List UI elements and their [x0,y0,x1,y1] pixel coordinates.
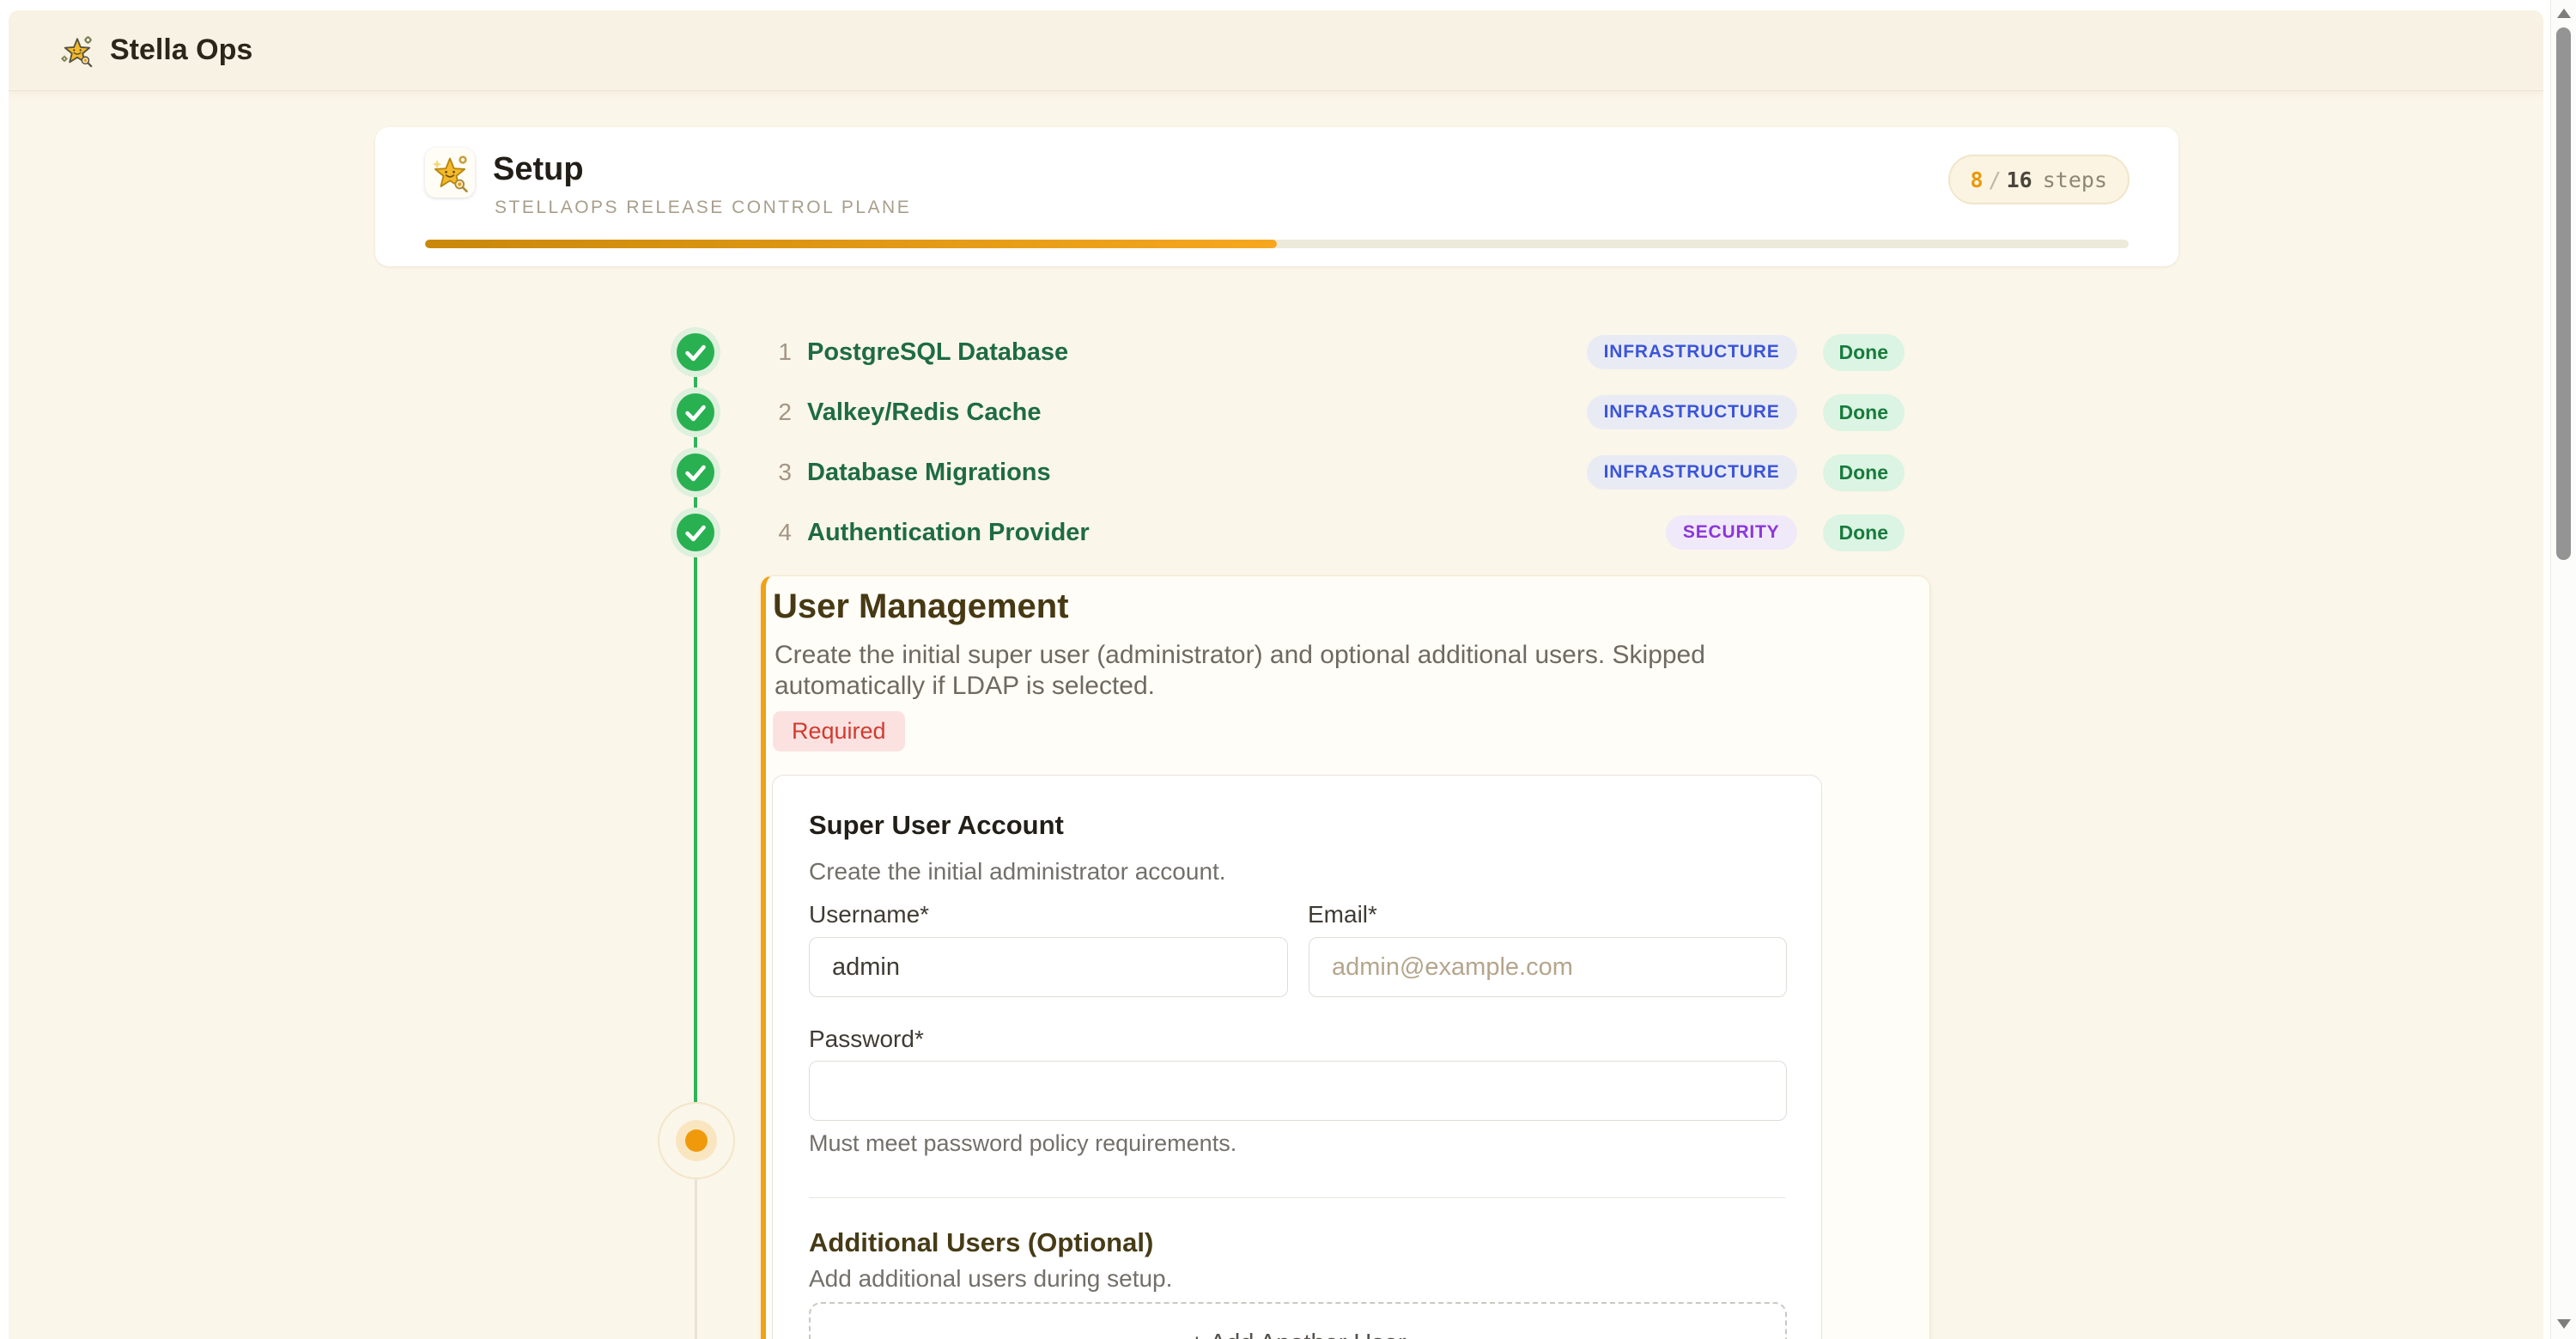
steps-word: steps [2043,167,2107,192]
step-complete-check-icon [677,514,714,551]
step-category-badge: INFRASTRUCTURE [1587,455,1797,490]
add-another-user-button[interactable]: + Add Another User [809,1302,1787,1339]
setup-step-row[interactable]: 1 PostgreSQL Database INFRASTRUCTURE Don… [670,333,1905,371]
super-user-title: Super User Account [809,810,1064,841]
step-status-badge: Done [1823,514,1905,551]
brand-link[interactable]: Stella Ops [60,33,252,68]
current-step-indicator [658,1102,735,1179]
user-management-title: User Management [773,587,1069,626]
step-title: Database Migrations [807,459,1051,487]
step-category-badge: INFRASTRUCTURE [1587,395,1797,429]
scroll-down-arrow[interactable] [2557,1319,2571,1329]
step-badges: INFRASTRUCTURE Done [1587,394,1905,431]
screen: Stella Ops Setup STELLAOPS RELEASE [0,0,2576,1339]
section-divider [809,1197,1785,1198]
step-number: 2 [757,399,792,426]
user-management-description: Create the initial super user (administr… [775,640,1771,702]
step-badges: SECURITY Done [1666,514,1905,551]
steps-total-count: 16 [2007,167,2032,192]
step-category-badge: SECURITY [1666,515,1797,550]
password-hint: Must meet password policy requirements. [809,1130,1236,1157]
scrollbar-thumb[interactable] [2556,27,2571,560]
additional-users-title: Additional Users (Optional) [809,1227,1153,1258]
current-step-dot [685,1129,708,1152]
star-mascot-icon [60,33,94,68]
setup-progress-bar [425,240,2129,248]
password-input[interactable] [809,1061,1787,1121]
step-complete-check-icon [677,453,714,491]
email-label: Email* [1308,901,1377,928]
username-input[interactable] [809,937,1288,997]
setup-step-row[interactable]: 2 Valkey/Redis Cache INFRASTRUCTURE Done [670,393,1905,431]
step-title: Valkey/Redis Cache [807,399,1041,427]
step-status-badge: Done [1823,454,1905,491]
setup-header-card: Setup STELLAOPS RELEASE CONTROL PLANE 8 … [375,127,2178,266]
top-navigation-bar: Stella Ops [9,10,2543,91]
scroll-up-arrow[interactable] [2557,9,2571,18]
additional-users-description: Add additional users during setup. [809,1265,1172,1293]
steps-counter-badge: 8 / 16 steps [1948,155,2130,204]
super-user-description: Create the initial administrator account… [809,858,1226,886]
step-complete-check-icon [677,333,714,371]
step-badges: INFRASTRUCTURE Done [1587,334,1905,371]
step-badges: INFRASTRUCTURE Done [1587,454,1905,491]
setup-page-title: Setup [493,151,584,188]
step-number: 3 [757,459,792,486]
steps-done-count: 8 [1971,167,1984,192]
required-badge: Required [773,711,905,752]
vertical-scrollbar [2550,0,2576,1339]
step-title: Authentication Provider [807,519,1090,547]
brand-title: Stella Ops [110,33,252,67]
step-number: 4 [757,519,792,546]
step-complete-check-icon [677,393,714,431]
super-user-card: Super User Account Create the initial ad… [772,775,1822,1339]
setup-progress-fill [425,240,1277,248]
email-input[interactable] [1309,937,1787,997]
setup-step-row[interactable]: 3 Database Migrations INFRASTRUCTURE Don… [670,453,1905,491]
password-label: Password* [809,1026,924,1053]
step-number: 1 [757,338,792,366]
setup-mascot-icon [425,148,475,198]
app-window: Stella Ops Setup STELLAOPS RELEASE [9,10,2543,1339]
username-label: Username* [809,901,929,928]
steps-count-slash: / [1989,167,2002,192]
step-status-badge: Done [1823,394,1905,431]
step-category-badge: INFRASTRUCTURE [1587,335,1797,369]
step-title: PostgreSQL Database [807,338,1068,367]
step-status-badge: Done [1823,334,1905,371]
setup-step-row[interactable]: 4 Authentication Provider SECURITY Done [670,514,1905,551]
setup-subtitle: STELLAOPS RELEASE CONTROL PLANE [495,198,911,218]
